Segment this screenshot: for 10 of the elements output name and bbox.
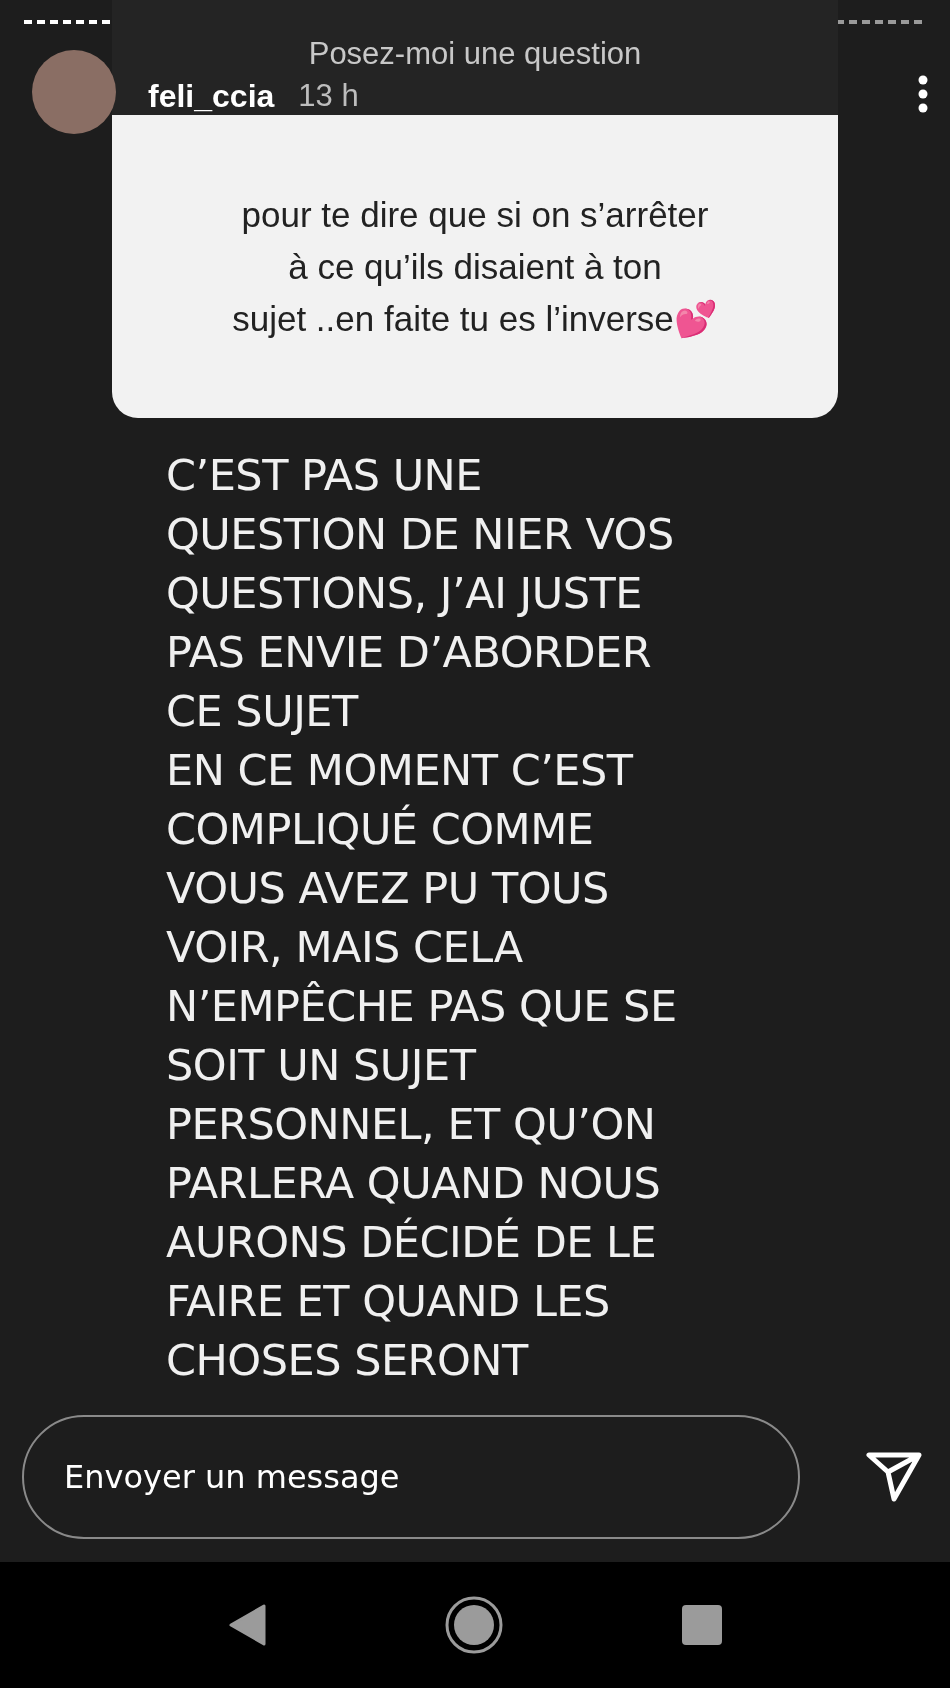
message-input-field[interactable]: Envoyer un message: [22, 1415, 800, 1539]
post-time: 13 h: [298, 78, 359, 114]
question-text: pour te dire que si on s’arrêter à ce qu’ils disaient à ton sujet ..en faite tu es l’inverse💕: [232, 193, 718, 340]
more-options-icon[interactable]: [918, 75, 928, 113]
home-icon[interactable]: [445, 1596, 503, 1654]
username[interactable]: feli_ccia: [148, 77, 275, 115]
back-icon[interactable]: [228, 1604, 266, 1646]
send-icon[interactable]: [866, 1451, 922, 1503]
question-prompt: Posez-moi une question: [308, 36, 642, 72]
story-text: C’EST PAS UNE QUESTION DE NIER VOS QUESTIONS, J’AI JUSTE PAS ENVIE D’ABORDER CE SUJET EN CE MOMENT C’EST COMPLIQUÉ COMME VOUS AVEZ PU TOUS VOIR, MAIS CELA N’EMPÊCHE PAS QUE SE SOIT UN SUJET PERSONNEL, ET QU’ON PARLERA QUAND NOUS AURONS DÉCIDÉ DE LE FAIRE ET QUAND LES CHOSES SERONT: [166, 449, 678, 1387]
